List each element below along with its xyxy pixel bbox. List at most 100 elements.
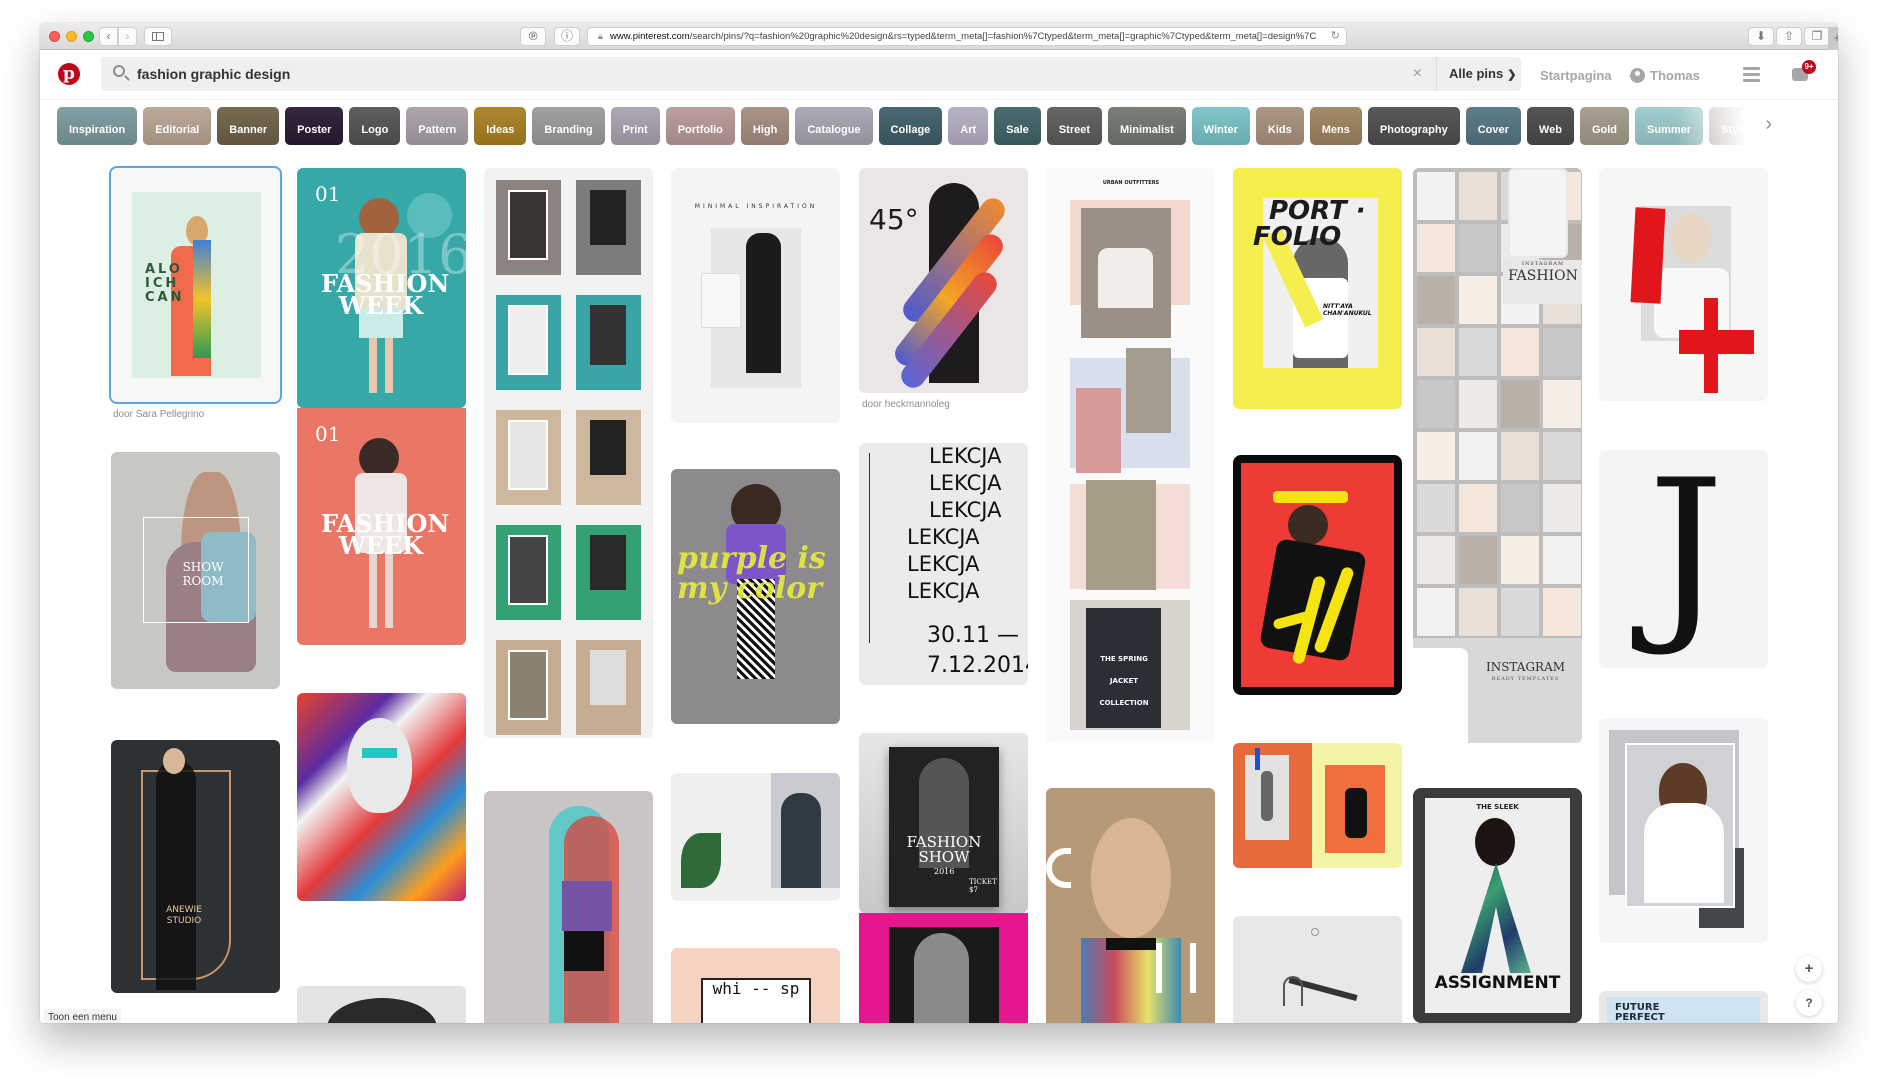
collage-tile	[1543, 328, 1581, 376]
maximize-window-button[interactable]	[83, 31, 94, 42]
pinterest-logo[interactable]: p	[58, 63, 80, 85]
minimize-window-button[interactable]	[66, 31, 77, 42]
pin-card[interactable]: purple is my color	[671, 469, 840, 724]
pin-card[interactable]: PORT · FOLIO NITT'AYA CHAN'ANUKUL	[1233, 168, 1402, 409]
search-input[interactable]	[137, 57, 1387, 91]
help-button[interactable]: ?	[1796, 990, 1822, 1016]
profile-link[interactable]: Thomas	[1630, 68, 1700, 83]
downloads-button[interactable]: ⬇	[1748, 27, 1774, 46]
address-bar[interactable]: 🔒︎ www.pinterest.com/search/pins/?q=fash…	[587, 27, 1347, 46]
guide-chip[interactable]: Winter	[1191, 107, 1250, 145]
menu-icon[interactable]	[1743, 67, 1760, 85]
collage-tile	[1417, 224, 1455, 272]
pin-card[interactable]: 45°	[859, 168, 1028, 393]
guide-chip-label: Catalogue	[807, 124, 861, 136]
guide-chip-label: Photography	[1379, 124, 1448, 136]
guide-chip[interactable]: Gold	[1579, 107, 1630, 145]
guide-chip[interactable]: Street	[1046, 107, 1102, 145]
collage-tile	[1459, 484, 1497, 532]
guide-chip[interactable]: Ideas	[474, 107, 527, 145]
guide-chip[interactable]: Pattern	[406, 107, 469, 145]
guide-chip[interactable]: Collage	[878, 107, 943, 145]
pin-card[interactable]: MINIMAL INSPIRATION	[671, 168, 840, 423]
pin-card[interactable]	[671, 773, 840, 901]
pin-card[interactable]: LEKCJA LEKCJA LEKCJA LEKCJA LEKCJA LEKCJA 30.…	[859, 443, 1028, 685]
guide-chip[interactable]: Poster	[285, 107, 344, 145]
pin-card[interactable]: whi -- sp	[671, 948, 840, 1023]
pin-attribution[interactable]: door heckmannoleg	[862, 399, 950, 410]
guide-chip[interactable]: Banner	[217, 107, 280, 145]
pin-card[interactable]: 01 2016 FASHION WEEK	[297, 168, 466, 408]
pin-card[interactable]	[859, 913, 1028, 1023]
pin-card[interactable]	[1233, 743, 1402, 868]
clear-search-icon[interactable]: ×	[1413, 65, 1422, 83]
collage-tile	[1501, 536, 1539, 584]
collage-tile	[1459, 380, 1497, 428]
home-link[interactable]: Startpagina	[1540, 68, 1612, 83]
pin-card[interactable]: 01 FASHION WEEK	[297, 408, 466, 645]
browser-toolbar: ‹ › ℗ ⓘ 🔒︎ www.pinterest.com/search/pins…	[40, 23, 1838, 50]
privacy-extension-button[interactable]: ⓘ	[554, 27, 580, 46]
pin-card[interactable]: ALO ICH CAN	[111, 168, 280, 402]
guide-chip[interactable]: High	[740, 107, 790, 145]
guide-chip[interactable]: Logo	[349, 107, 401, 145]
pin-date-start: 30.11 —	[927, 623, 1019, 648]
pin-card[interactable]: FUTURE PERFECT	[1599, 991, 1768, 1023]
pin-card[interactable]: SHOW ROOM	[111, 452, 280, 689]
pin-card[interactable]	[1233, 455, 1402, 695]
browser-window: ‹ › ℗ ⓘ 🔒︎ www.pinterest.com/search/pins…	[40, 23, 1838, 1023]
collage-tile	[1417, 328, 1455, 376]
chevron-right-icon[interactable]: ›	[1765, 113, 1772, 136]
guide-chip[interactable]: Kids	[1255, 107, 1304, 145]
pin-text: FOLIO	[1253, 222, 1342, 252]
share-button[interactable]: ⇧	[1776, 27, 1802, 46]
guide-chip[interactable]: Art	[948, 107, 989, 145]
guide-chip[interactable]: Print	[610, 107, 660, 145]
guide-chip[interactable]: Inspiration	[57, 107, 138, 145]
pin-ticket: TICKET $7	[969, 878, 997, 894]
pinterest-extension-button[interactable]: ℗	[520, 27, 546, 46]
collage-tile	[1417, 484, 1455, 532]
pin-card[interactable]: ANEWIE STUDIO	[111, 740, 280, 993]
guide-chip[interactable]: Sale	[994, 107, 1041, 145]
pin-card[interactable]	[1599, 168, 1768, 401]
guide-chip-label: Mens	[1321, 124, 1350, 136]
pin-card[interactable]: J	[1599, 450, 1768, 668]
guide-chip[interactable]: Web	[1526, 107, 1574, 145]
pin-card[interactable]	[1233, 916, 1402, 1023]
add-pin-button[interactable]: +	[1796, 956, 1822, 982]
pin-card[interactable]: INSTAGRAM FASHION INSTAGRAM READY TEMPLA…	[1413, 168, 1582, 743]
back-button[interactable]: ‹	[99, 27, 118, 46]
close-window-button[interactable]	[49, 31, 60, 42]
collage-tile	[1417, 276, 1455, 324]
collage-tile	[1459, 588, 1497, 636]
collage-tile	[1543, 380, 1581, 428]
sidebar-toggle-button[interactable]	[144, 27, 172, 46]
guide-chip[interactable]: Photography	[1367, 107, 1460, 145]
pin-card[interactable]: FASHION SHOW 2016 TICKET $7	[859, 733, 1028, 913]
new-tab-button[interactable]: +	[1828, 27, 1838, 50]
forward-button[interactable]: ›	[118, 27, 137, 46]
pin-attribution[interactable]: door Sara Pellegrino	[113, 409, 204, 420]
search-scope-dropdown[interactable]: Alle pins ❯	[1436, 57, 1521, 91]
guide-chip[interactable]: Cover	[1465, 107, 1521, 145]
guide-chip[interactable]: Minimalist	[1108, 107, 1186, 145]
reload-icon[interactable]: ↻	[1326, 28, 1340, 45]
pin-card[interactable]	[484, 168, 653, 738]
pin-card[interactable]	[297, 986, 466, 1023]
guide-chip-label: Ideas	[486, 124, 515, 136]
pin-card[interactable]	[297, 693, 466, 901]
guide-chip-label: Art	[960, 124, 977, 136]
guide-chip[interactable]: Mens	[1309, 107, 1362, 145]
guide-chip[interactable]: Branding	[532, 107, 605, 145]
pin-card[interactable]	[1046, 788, 1215, 1023]
guide-chip[interactable]: Editorial	[143, 107, 212, 145]
pin-card[interactable]	[1599, 718, 1768, 943]
show-tabs-button[interactable]: ❐	[1804, 27, 1830, 46]
pin-card[interactable]: THE SLEEK ASSIGNMENT	[1413, 788, 1582, 1023]
guide-chip[interactable]: Portfolio	[665, 107, 735, 145]
pin-card[interactable]: URBAN OUTFITTERS THE SPRING JACKET COLLE…	[1046, 168, 1215, 743]
pin-card[interactable]	[484, 791, 653, 1023]
guide-chip[interactable]: Catalogue	[795, 107, 873, 145]
pin-text-line: LEKCJA	[907, 579, 980, 603]
